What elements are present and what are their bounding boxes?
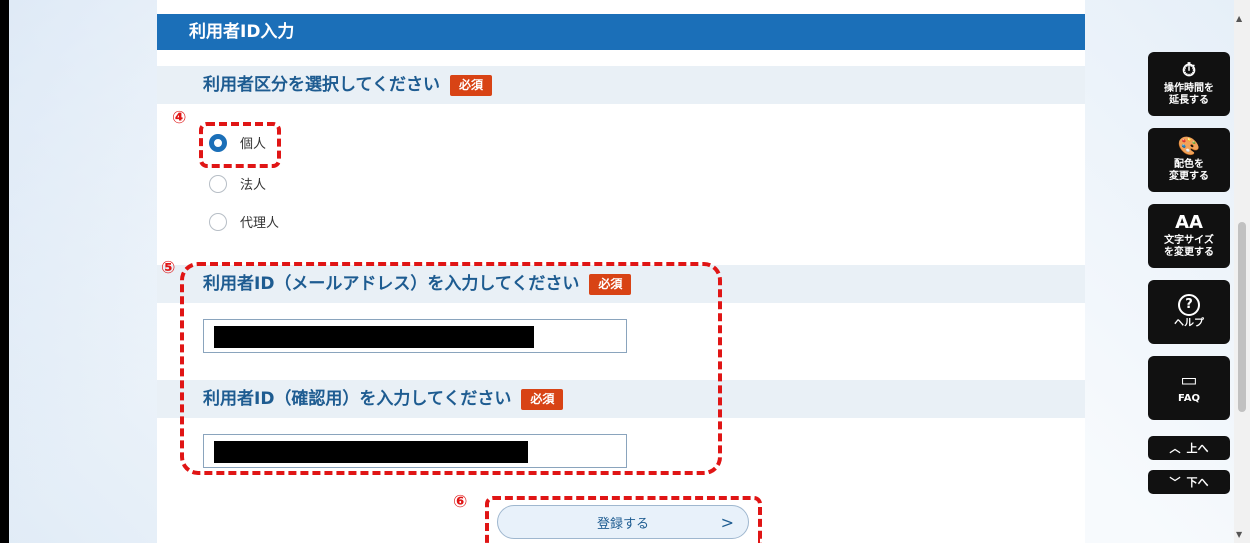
faq-icon: ▭	[1180, 370, 1198, 391]
scroll-up-label: 上へ	[1186, 442, 1209, 455]
annotation-box-6	[485, 496, 762, 543]
stopwatch-icon: ⏱	[1181, 60, 1197, 81]
side-label: 延長する	[1169, 95, 1209, 106]
side-label: 操作時間を	[1164, 83, 1214, 94]
chevron-up-icon: ︿	[1169, 442, 1181, 455]
required-badge: 必須	[449, 74, 492, 96]
help-icon: ?	[1178, 294, 1200, 316]
chevron-down-icon: ﹀	[1169, 476, 1181, 489]
scroll-up-button[interactable]: ︿ 上へ	[1148, 436, 1230, 460]
radio-button[interactable]	[209, 212, 227, 231]
change-color-button[interactable]: 🎨 配色を 変更する	[1148, 128, 1230, 192]
side-label: 配色を	[1174, 159, 1204, 170]
extend-time-button[interactable]: ⏱ 操作時間を 延長する	[1148, 52, 1230, 116]
scroll-arrow-down-icon[interactable]: ▼	[1236, 530, 1242, 539]
faq-button[interactable]: ▭ FAQ	[1148, 356, 1230, 420]
annotation-box-4	[199, 122, 281, 168]
radio-label: 法人	[240, 178, 267, 193]
side-label: ヘルプ	[1174, 318, 1204, 329]
side-label: FAQ	[1178, 393, 1200, 404]
annotation-number-6: ⑥	[453, 492, 468, 512]
text-size-icon: AA	[1175, 212, 1203, 233]
radio-corporation[interactable]: 法人	[209, 174, 266, 193]
side-label: を変更する	[1164, 247, 1214, 258]
left-edge-bar	[0, 0, 9, 543]
scrollbar-thumb[interactable]	[1238, 222, 1246, 412]
scroll-down-label: 下へ	[1186, 476, 1209, 489]
user-type-question: 利用者区分を選択してください 必須	[157, 66, 1085, 104]
palette-icon: 🎨	[1177, 136, 1201, 157]
radio-agent[interactable]: 代理人	[209, 212, 279, 231]
radio-label: 代理人	[240, 216, 280, 231]
scroll-down-button[interactable]: ﹀ 下へ	[1148, 470, 1230, 494]
section-title: 利用者ID入力	[157, 14, 1085, 50]
side-label: 変更する	[1169, 171, 1209, 182]
annotation-number-4: ④	[172, 108, 187, 128]
radio-button[interactable]	[209, 174, 227, 193]
scroll-arrow-up-icon[interactable]: ▲	[1236, 14, 1242, 23]
help-button[interactable]: ? ヘルプ	[1148, 280, 1230, 344]
change-text-size-button[interactable]: AA 文字サイズ を変更する	[1148, 204, 1230, 268]
annotation-box-5	[180, 262, 722, 475]
side-label: 文字サイズ	[1164, 235, 1214, 246]
user-type-question-label: 利用者区分を選択してください	[203, 75, 440, 95]
annotation-number-5: ⑤	[161, 258, 176, 278]
